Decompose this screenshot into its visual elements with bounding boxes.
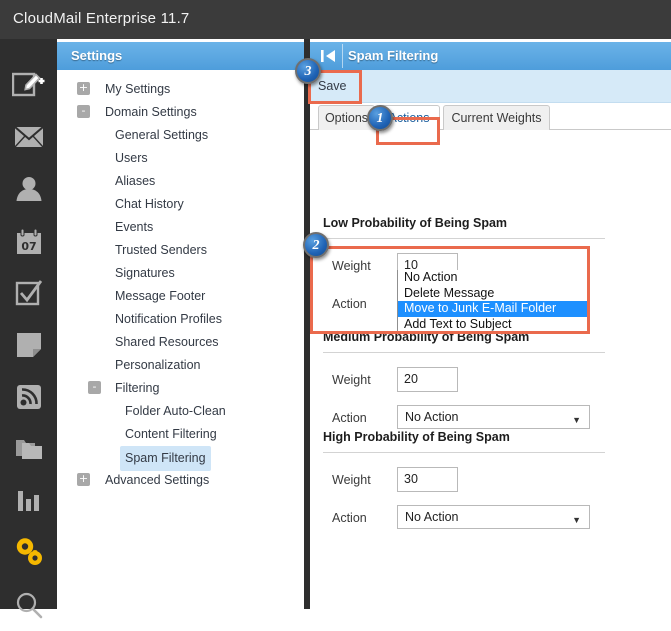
tree-item-filtering[interactable]: - Filtering <box>57 377 304 400</box>
tree-item-content-filtering[interactable]: Content Filtering <box>57 423 304 446</box>
tree-item-label: Advanced Settings <box>105 473 210 487</box>
tree-item-label: Content Filtering <box>125 427 217 441</box>
collapse-toggle-icon[interactable]: - <box>77 105 90 118</box>
calendar-day-number: 07 <box>21 240 36 253</box>
tree-item-general-settings[interactable]: General Settings <box>57 124 304 147</box>
expand-toggle-icon[interactable]: + <box>77 473 90 486</box>
section-divider <box>323 352 605 353</box>
action-select[interactable]: No Action ▼ <box>397 405 590 429</box>
tasks-icon[interactable] <box>0 267 57 319</box>
expand-toggle-icon[interactable]: + <box>77 82 90 95</box>
app-title: CloudMail Enterprise 11.7 <box>13 10 190 27</box>
search-icon[interactable] <box>0 579 57 631</box>
notes-icon[interactable] <box>0 319 57 371</box>
tab-label: Actions <box>388 111 430 125</box>
tree-item-shared-resources[interactable]: Shared Resources <box>57 331 304 354</box>
page-title: Spam Filtering <box>348 48 439 63</box>
tree-item-label: General Settings <box>115 128 209 142</box>
action-select[interactable]: No Action ▼ <box>397 505 590 529</box>
tree-item-folder-auto-clean[interactable]: Folder Auto-Clean <box>57 400 304 423</box>
weight-label: Weight <box>332 259 371 273</box>
weight-input[interactable]: 30 <box>397 467 458 492</box>
tree-item-label: Chat History <box>115 197 184 211</box>
tree-item-personalization[interactable]: Personalization <box>57 354 304 377</box>
tree-item-label: Signatures <box>115 266 175 280</box>
tree-item-label: Users <box>115 151 148 165</box>
tree-item-spam-filtering[interactable]: Spam Filtering <box>57 446 304 471</box>
tab-strip: Options Actions Current Weights <box>310 103 671 130</box>
settings-panel-header: Settings <box>57 42 304 70</box>
collapse-toggle-icon[interactable]: - <box>88 381 101 394</box>
tree-item-label: Message Footer <box>115 289 206 303</box>
tree-item-notification-profiles[interactable]: Notification Profiles <box>57 308 304 331</box>
section-title: Low Probability of Being Spam <box>323 216 508 230</box>
weight-label: Weight <box>332 373 371 387</box>
tree-item-label: Trusted Senders <box>115 243 207 257</box>
tree-item-label: Filtering <box>115 381 160 395</box>
tree-item-aliases[interactable]: Aliases <box>57 170 304 193</box>
spam-filtering-pane: Spam Filtering Save Options Actions Curren… <box>310 42 671 609</box>
rss-icon[interactable] <box>0 371 57 423</box>
header-divider <box>342 44 343 68</box>
tree-item-advanced-settings[interactable]: + Advanced Settings <box>57 469 304 492</box>
action-label: Action <box>332 297 367 311</box>
tree-item-label: Shared Resources <box>115 335 219 349</box>
tree-item-label: Personalization <box>115 358 201 372</box>
section-title: High Probability of Being Spam <box>323 430 510 444</box>
compose-icon[interactable] <box>0 59 57 111</box>
section-divider <box>323 238 605 239</box>
tree-item-signatures[interactable]: Signatures <box>57 262 304 285</box>
settings-gears-icon[interactable] <box>0 527 57 579</box>
pane-toolbar: Save <box>310 70 671 103</box>
settings-tree: + My Settings - Domain Settings General Sett… <box>57 70 304 609</box>
contacts-icon[interactable] <box>0 163 57 215</box>
tree-item-message-footer[interactable]: Message Footer <box>57 285 304 308</box>
left-icon-rail: 07 <box>0 39 57 619</box>
collapse-left-icon[interactable] <box>319 47 339 65</box>
dropdown-option[interactable]: Move to Junk E-Mail Folder <box>398 301 589 317</box>
weight-label: Weight <box>332 473 371 487</box>
chevron-down-icon: ▼ <box>572 515 581 525</box>
tree-item-events[interactable]: Events <box>57 216 304 239</box>
reports-icon[interactable] <box>0 475 57 527</box>
dropdown-option[interactable]: Delete Message <box>398 286 589 302</box>
actions-form: Low Probability of Being Spam Weight 10 Act… <box>310 130 671 609</box>
step-badge-3: 3 <box>295 58 321 84</box>
tree-item-label: Notification Profiles <box>115 312 222 326</box>
action-label: Action <box>332 511 367 525</box>
tree-item-users[interactable]: Users <box>57 147 304 170</box>
tree-item-label: Folder Auto-Clean <box>125 404 226 418</box>
tree-item-label: Spam Filtering <box>120 446 211 471</box>
action-label: Action <box>332 411 367 425</box>
tab-label: Options <box>324 111 369 125</box>
tab-current-weights[interactable]: Current Weights <box>443 105 550 130</box>
calendar-icon[interactable]: 07 <box>0 215 57 267</box>
dropdown-option[interactable]: No Action <box>398 270 589 286</box>
weight-input[interactable]: 20 <box>397 367 458 392</box>
tree-item-label: My Settings <box>105 82 171 96</box>
tree-item-label: Events <box>115 220 154 234</box>
tree-item-trusted-senders[interactable]: Trusted Senders <box>57 239 304 262</box>
chevron-down-icon: ▼ <box>572 415 581 425</box>
tree-item-label: Domain Settings <box>105 105 197 119</box>
tree-item-domain-settings[interactable]: - Domain Settings <box>57 101 304 124</box>
tree-item-label: Aliases <box>115 174 156 188</box>
title-bar: CloudMail Enterprise 11.7 <box>0 0 671 39</box>
settings-tree-panel: Settings + My Settings - Domain Settings Gen… <box>57 42 304 609</box>
tree-item-my-settings[interactable]: + My Settings <box>57 78 304 101</box>
step-badge-1: 1 <box>367 105 393 131</box>
section-divider <box>323 452 605 453</box>
tab-label: Current Weights <box>451 111 542 125</box>
step-badge-2: 2 <box>303 232 329 258</box>
action-select-value: No Action <box>405 410 459 424</box>
mail-icon[interactable] <box>0 111 57 163</box>
dropdown-option[interactable]: Add Text to Subject <box>398 317 589 333</box>
tree-item-chat-history[interactable]: Chat History <box>57 193 304 216</box>
action-dropdown-options[interactable]: No Action Delete Message Move to Junk E-Ma… <box>397 270 590 333</box>
action-select-value: No Action <box>405 510 459 524</box>
pane-header: Spam Filtering <box>310 42 671 70</box>
folders-icon[interactable] <box>0 423 57 475</box>
